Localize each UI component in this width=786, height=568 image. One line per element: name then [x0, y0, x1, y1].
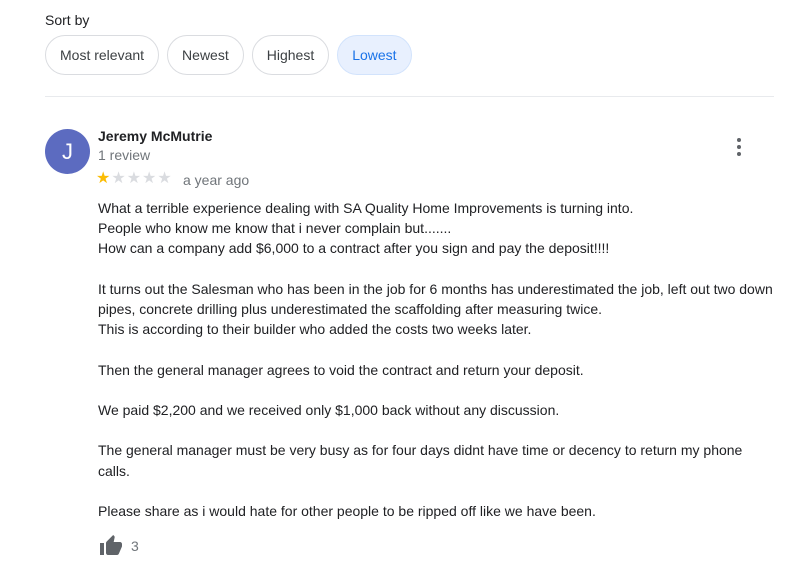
more-dot	[737, 145, 741, 149]
review-paragraph: What a terrible experience dealing with …	[98, 198, 778, 259]
review-line: It turns out the Salesman who has been i…	[98, 280, 773, 317]
review-count: 1 review	[98, 147, 151, 163]
sort-options: Most relevant Newest Highest Lowest	[45, 35, 412, 75]
review-paragraph: Please share as i would hate for other p…	[98, 501, 778, 521]
sort-label: Sort by	[45, 12, 90, 28]
star-empty-icon: ★	[157, 170, 172, 187]
star-rating: ★ ★ ★ ★ ★	[96, 170, 172, 188]
review-line: Then the general manager agrees to void …	[98, 361, 584, 378]
review-text: What a terrible experience dealing with …	[98, 198, 778, 541]
review-line: This is according to their builder who a…	[98, 321, 532, 338]
more-dot	[737, 138, 741, 142]
review-line: We paid $2,200 and we received only $1,0…	[98, 401, 560, 418]
more-dot	[737, 152, 741, 156]
sort-highest-chip[interactable]: Highest	[251, 35, 330, 75]
like-count: 3	[131, 538, 139, 554]
review-paragraph: It turns out the Salesman who has been i…	[98, 279, 778, 340]
more-vert-icon[interactable]	[730, 136, 748, 158]
review-line: The general manager must be very busy as…	[98, 442, 743, 479]
star-empty-icon: ★	[111, 170, 126, 187]
review-paragraph: We paid $2,200 and we received only $1,0…	[98, 400, 778, 420]
thumbs-up-icon[interactable]	[98, 534, 124, 558]
review-paragraph: Then the general manager agrees to void …	[98, 360, 778, 380]
avatar[interactable]: J	[45, 129, 90, 174]
star-filled-icon: ★	[96, 170, 111, 187]
star-empty-icon: ★	[126, 170, 142, 187]
sort-most-relevant-chip[interactable]: Most relevant	[45, 35, 160, 75]
review-line: People who know me know that i never com…	[98, 220, 452, 237]
review-paragraph: The general manager must be very busy as…	[98, 440, 778, 480]
author-name[interactable]: Jeremy McMutrie	[98, 128, 212, 144]
review-line: What a terrible experience dealing with …	[98, 200, 634, 216]
sort-lowest-chip[interactable]: Lowest	[337, 35, 412, 75]
divider	[45, 96, 774, 97]
sort-newest-chip[interactable]: Newest	[167, 35, 244, 75]
review-line: Please share as i would hate for other p…	[98, 502, 596, 519]
star-empty-icon: ★	[142, 170, 157, 187]
review-line: How can a company add $6,000 to a contra…	[98, 240, 610, 257]
review-date: a year ago	[183, 172, 250, 188]
